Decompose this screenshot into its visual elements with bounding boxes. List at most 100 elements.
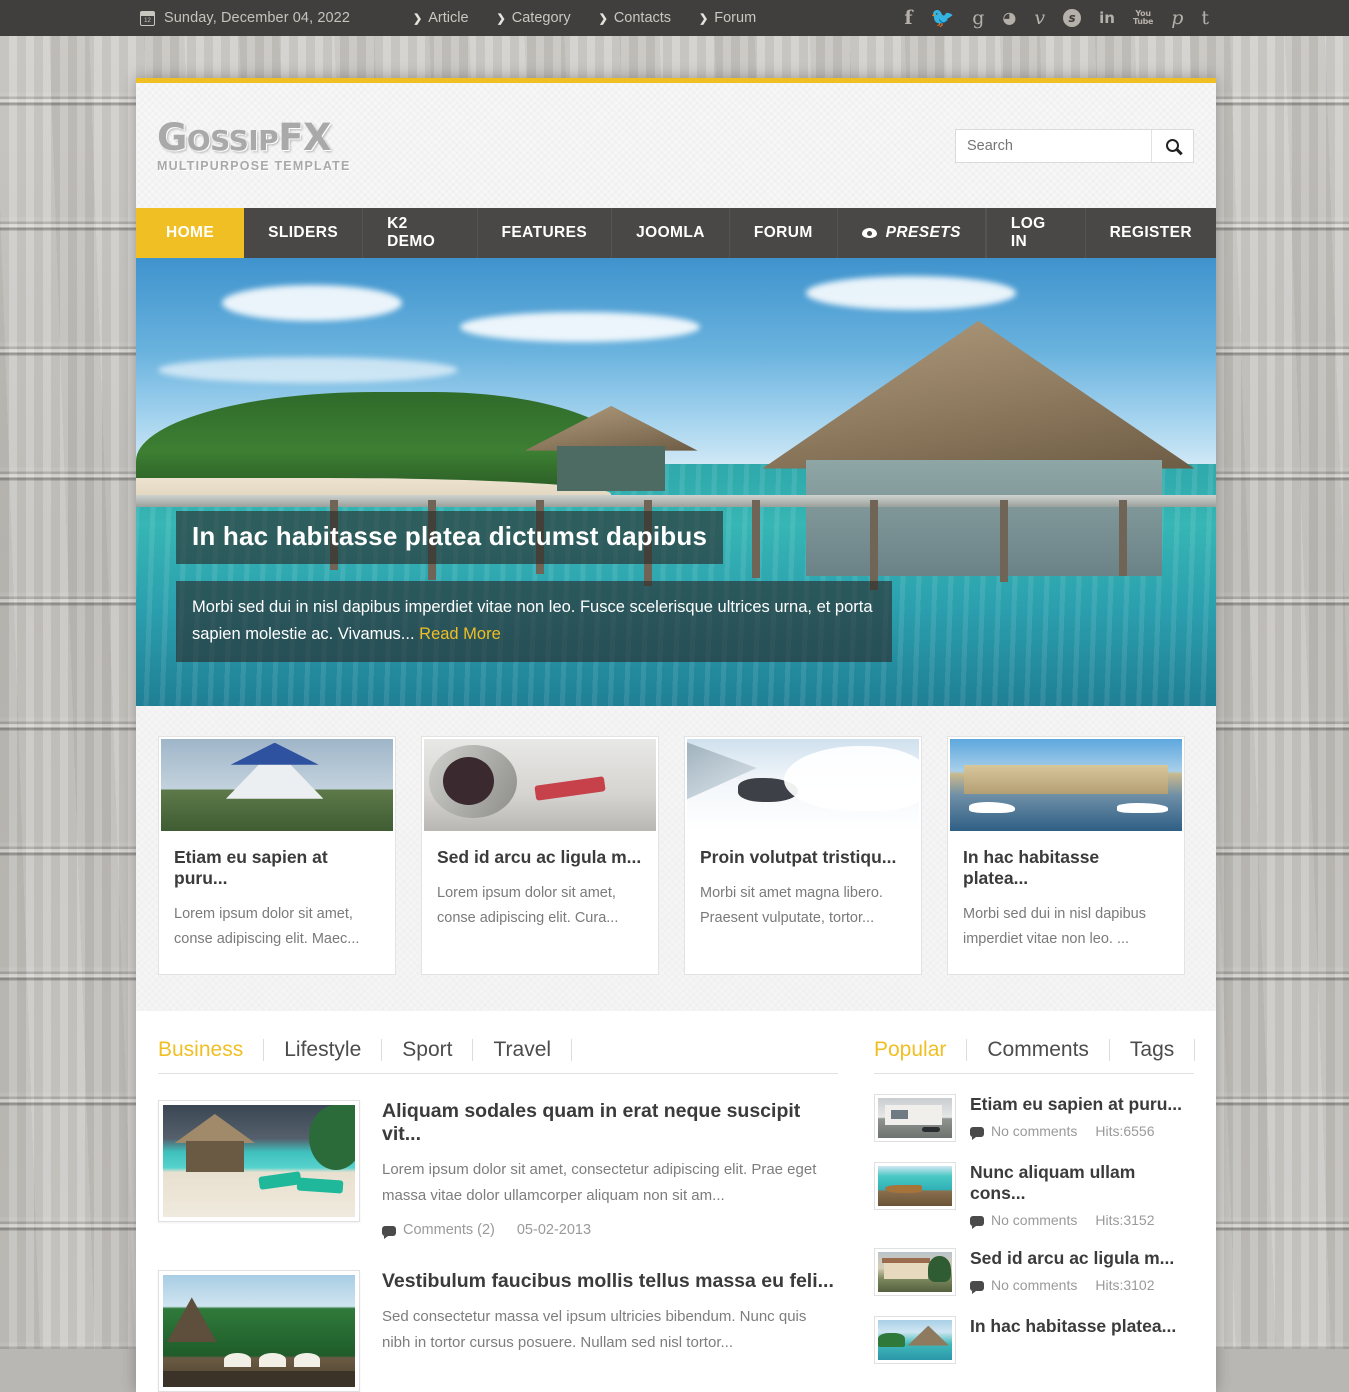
slide-description: Morbi sed dui in nisl dapibus imperdiet … xyxy=(176,581,892,662)
tumblr-icon[interactable]: t xyxy=(1201,9,1209,28)
card[interactable]: Etiam eu sapien at puru... Lorem ipsum d… xyxy=(158,736,396,975)
post-thumbnail-beach-cabana[interactable] xyxy=(158,1100,360,1222)
main-navigation: HOME SLIDERS K2 DEMO FEATURES JOOMLA FOR… xyxy=(136,208,1216,258)
sidebar-thumbnail-modern-house[interactable] xyxy=(874,1094,956,1142)
sidebar-item-content: In hac habitasse platea... xyxy=(970,1316,1176,1345)
site-logo[interactable]: GOSSIPFX Multipurpose Template xyxy=(157,119,351,173)
post-thumbnail-palm-resort[interactable] xyxy=(158,1270,360,1392)
page-container: GOSSIPFX Multipurpose Template HOME SLID… xyxy=(136,78,1216,1392)
post-title[interactable]: Vestibulum faucibus mollis tellus massa … xyxy=(382,1270,838,1293)
tab-sport[interactable]: Sport xyxy=(382,1039,473,1061)
youtube-icon[interactable]: YouTube xyxy=(1133,10,1153,26)
pier-piling xyxy=(752,500,760,578)
nav-item-login[interactable]: LOG IN xyxy=(986,208,1085,258)
sidebar-item-title[interactable]: Sed id arcu ac ligula m... xyxy=(970,1248,1174,1269)
card[interactable]: Sed id arcu ac ligula m... Lorem ipsum d… xyxy=(421,736,659,975)
tab-travel[interactable]: Travel xyxy=(473,1039,572,1061)
logo-part-g: G xyxy=(157,116,187,159)
yacht xyxy=(1117,803,1168,812)
thumbnail-art xyxy=(161,739,393,831)
comment-bubble-icon xyxy=(970,1281,984,1291)
thumbnail-art xyxy=(687,739,919,831)
tab-business[interactable]: Business xyxy=(158,1039,264,1061)
post-title[interactable]: Aliquam sodales quam in erat neque susci… xyxy=(382,1100,838,1146)
sidebar-item-title[interactable]: Etiam eu sapien at puru... xyxy=(970,1094,1182,1115)
top-nav-item-forum[interactable]: ❯Forum xyxy=(699,10,756,26)
tab-tags[interactable]: Tags xyxy=(1110,1039,1195,1061)
slide-read-more-link[interactable]: Read More xyxy=(419,625,501,643)
nav-item-presets[interactable]: PRESETS xyxy=(838,208,986,258)
card-text: Lorem ipsum dolor sit amet, conse adipis… xyxy=(437,881,643,931)
card[interactable]: Proin volutpat tristiqu... Morbi sit ame… xyxy=(684,736,922,975)
nav-item-presets-label: PRESETS xyxy=(886,224,961,242)
sidebar-list-item[interactable]: Etiam eu sapien at puru... No comments H… xyxy=(874,1074,1194,1142)
villa-roof xyxy=(882,1258,929,1264)
nav-item-joomla[interactable]: JOOMLA xyxy=(612,208,730,258)
sidebar-thumbnail-lagoon-boat[interactable] xyxy=(874,1162,956,1210)
sidebar-thumbnail-villa[interactable] xyxy=(874,1248,956,1296)
post-comments[interactable]: Comments (2) xyxy=(382,1222,495,1238)
top-nav-item-article[interactable]: ❯Article xyxy=(413,10,469,26)
sidebar-item-title[interactable]: Nunc aliquam ullam cons... xyxy=(970,1162,1194,1204)
sidebar-list-item[interactable]: Sed id arcu ac ligula m... No comments H… xyxy=(874,1228,1194,1296)
calendar-icon: 12 xyxy=(140,11,155,26)
nav-item-forum[interactable]: FORUM xyxy=(730,208,838,258)
tab-comments[interactable]: Comments xyxy=(967,1039,1110,1061)
twitter-icon[interactable]: 🐦 xyxy=(931,9,955,28)
social-links: f 🐦 g ◕ v s in YouTube p t xyxy=(904,9,1209,28)
nav-item-sliders[interactable]: SLIDERS xyxy=(244,208,363,258)
search-button[interactable] xyxy=(1151,130,1193,162)
pier-piling xyxy=(1119,500,1127,576)
current-date: 12 Sunday, December 04, 2022 xyxy=(140,10,350,26)
vimeo-icon[interactable]: v xyxy=(1034,9,1045,28)
logo-part-fx: FX xyxy=(278,116,331,159)
card-title[interactable]: Etiam eu sapien at puru... xyxy=(174,847,380,889)
sidebar-item-title[interactable]: In hac habitasse platea... xyxy=(970,1316,1176,1337)
comment-bubble-icon xyxy=(970,1216,984,1226)
card-title[interactable]: Proin volutpat tristiqu... xyxy=(700,847,906,868)
tab-lifestyle[interactable]: Lifestyle xyxy=(264,1039,382,1061)
card-body: In hac habitasse platea... Morbi sed dui… xyxy=(948,831,1184,974)
sidebar-item-comments: No comments xyxy=(970,1277,1077,1293)
post-item[interactable]: Vestibulum faucibus mollis tellus massa … xyxy=(158,1238,838,1392)
thumbnail-art xyxy=(163,1275,355,1387)
nav-item-features[interactable]: FEATURES xyxy=(478,208,613,258)
sidebar-item-hits: Hits:3152 xyxy=(1095,1212,1154,1228)
search-input[interactable] xyxy=(956,130,1151,162)
top-nav-label: Category xyxy=(512,10,571,26)
card-thumbnail-snowboard xyxy=(687,739,919,831)
overwater-hut-body xyxy=(806,460,1162,576)
rss-icon[interactable]: ◕ xyxy=(1002,10,1016,26)
top-nav-item-category[interactable]: ❯Category xyxy=(497,10,571,26)
thumbnail-frame xyxy=(878,1098,952,1138)
lounger xyxy=(297,1177,344,1194)
thumbnail-frame xyxy=(163,1275,355,1387)
sidebar-thumbnail-overwater-hut[interactable] xyxy=(874,1316,956,1364)
nav-item-home[interactable]: HOME xyxy=(136,208,244,258)
pier-piling xyxy=(1000,500,1008,582)
pinterest-icon[interactable]: p xyxy=(1171,9,1183,28)
sidebar-item-meta: No comments Hits:3152 xyxy=(970,1212,1194,1228)
temple-roof xyxy=(231,743,319,765)
sidebar-list-item[interactable]: Nunc aliquam ullam cons... No comments H… xyxy=(874,1142,1194,1228)
nav-item-register[interactable]: REGISTER xyxy=(1085,208,1216,258)
hero-slider[interactable]: In hac habitasse platea dictumst dapibus… xyxy=(136,258,1216,706)
card-text: Morbi sed dui in nisl dapibus imperdiet … xyxy=(963,902,1169,952)
thumbnail-frame xyxy=(878,1252,952,1292)
linkedin-icon[interactable]: in xyxy=(1099,11,1115,26)
facebook-icon[interactable]: f xyxy=(904,9,912,28)
nav-item-k2-demo[interactable]: K2 DEMO xyxy=(363,208,477,258)
google-plus-icon[interactable]: g xyxy=(972,9,984,28)
sidebar-list-item[interactable]: In hac habitasse platea... xyxy=(874,1296,1194,1364)
top-nav-item-contacts[interactable]: ❯Contacts xyxy=(599,10,671,26)
post-content: Aliquam sodales quam in erat neque susci… xyxy=(382,1100,838,1238)
card-title[interactable]: In hac habitasse platea... xyxy=(963,847,1169,889)
card-title[interactable]: Sed id arcu ac ligula m... xyxy=(437,847,643,868)
card[interactable]: In hac habitasse platea... Morbi sed dui… xyxy=(947,736,1185,975)
post-item[interactable]: Aliquam sodales quam in erat neque susci… xyxy=(158,1074,838,1238)
thumbnail-art xyxy=(163,1105,355,1217)
tab-popular[interactable]: Popular xyxy=(874,1039,967,1061)
content-tabs: Business Lifestyle Sport Travel xyxy=(158,1039,838,1074)
sidebar-tabs: Popular Comments Tags xyxy=(874,1039,1194,1074)
skype-icon[interactable]: s xyxy=(1063,9,1081,27)
